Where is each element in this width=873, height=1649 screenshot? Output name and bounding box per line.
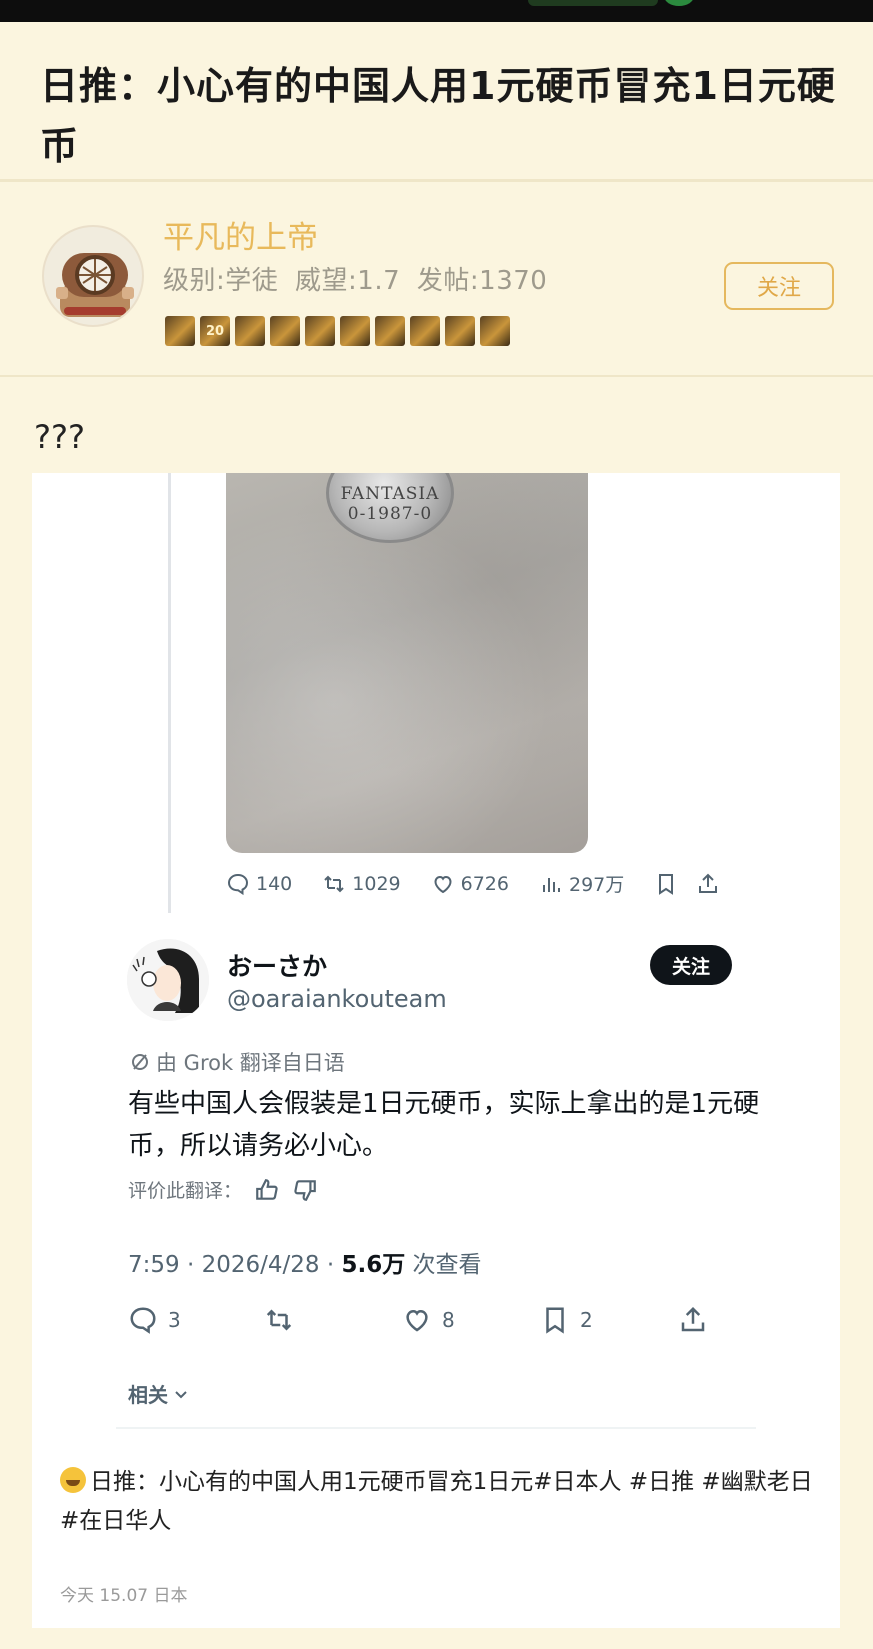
views-stat[interactable]: 297万	[539, 870, 624, 897]
related-toggle[interactable]: 相关	[128, 1379, 190, 1408]
badge-icon	[305, 316, 335, 346]
post-title: 日推：小心有的中国人用1元硬币冒充1日元硬币	[40, 64, 836, 168]
heart-icon	[406, 1309, 428, 1332]
chevron-down-icon	[175, 1390, 187, 1398]
badge-icon	[375, 316, 405, 346]
retweet-button[interactable]	[264, 1305, 294, 1335]
badge-icon: 20	[200, 316, 230, 346]
reply-icon	[227, 873, 249, 895]
caption-prefix: 日推：	[90, 1469, 159, 1495]
translation-source: 由 Grok 翻译自日语	[156, 1051, 345, 1075]
coin-photo[interactable]: FANTASIA 0-1987-0	[226, 473, 588, 853]
diving-helmet-icon	[56, 253, 134, 317]
badge-icon	[445, 316, 475, 346]
like-count: 8	[442, 1308, 455, 1332]
author-name[interactable]: 平凡的上帝	[163, 212, 318, 257]
analytics-icon	[542, 877, 560, 892]
share-button[interactable]	[678, 1305, 708, 1335]
reply-count: 3	[168, 1308, 181, 1332]
author-card: 平凡的上帝 级别:学徒 威望:1.7 发帖:1370 20 关注	[0, 182, 873, 377]
badge-icon	[480, 316, 510, 346]
coin-image: FANTASIA 0-1987-0	[326, 473, 454, 543]
badge-icon	[270, 316, 300, 346]
tweet-author-handle[interactable]: @oaraiankouteam	[227, 985, 447, 1013]
caption-text: 小心有的中国人用1元硬币冒充1日元#日本人 #日推 #幽默老日 #在日华人	[60, 1469, 813, 1534]
share-icon	[681, 1306, 705, 1332]
status-bar-indicator	[528, 0, 658, 6]
thumbs-up-icon[interactable]	[254, 1177, 280, 1203]
retweet-count: 1029	[352, 872, 401, 895]
caption-timestamp: 今天 15.07 日本	[60, 1586, 188, 1606]
tweet-author-avatar[interactable]	[127, 939, 209, 1021]
screenshot-caption: 日推：小心有的中国人用1元硬币冒充1日元#日本人 #日推 #幽默老日 #在日华人	[60, 1463, 820, 1541]
author-badges: 20	[165, 316, 510, 346]
badge-icon	[235, 316, 265, 346]
bookmark-stat[interactable]	[654, 872, 678, 896]
tweet-view-count: 5.6万	[341, 1252, 406, 1278]
post-header: 日推：小心有的中国人用1元硬币冒充1日元硬币	[0, 22, 873, 182]
status-bar	[0, 0, 873, 22]
reply-icon	[130, 1307, 156, 1334]
user-avatar-icon	[127, 939, 209, 1021]
retweet-icon	[324, 875, 344, 892]
views-count: 297万	[568, 874, 625, 896]
rate-translation: 评价此翻译：	[128, 1176, 318, 1203]
tweet-view-label: 次查看	[405, 1252, 482, 1278]
reply-button[interactable]: 3	[128, 1305, 181, 1335]
embedded-screenshot: FANTASIA 0-1987-0 140 1029 6726 297万 おーさ…	[32, 473, 840, 1628]
bookmark-count: 2	[580, 1308, 593, 1332]
related-label: 相关	[128, 1383, 168, 1407]
coin-text-line1: FANTASIA	[340, 484, 440, 504]
grok-icon	[132, 1054, 148, 1070]
retweet-stat[interactable]: 1029	[322, 872, 401, 896]
divider	[116, 1427, 756, 1429]
tweet-actions: 3 8 2	[128, 1305, 728, 1345]
author-stats: 级别:学徒 威望:1.7 发帖:1370	[163, 260, 547, 297]
bookmark-button[interactable]: 2	[540, 1305, 593, 1335]
tweet-follow-button[interactable]: 关注	[650, 945, 732, 985]
rate-translation-label: 评价此翻译：	[128, 1180, 243, 1202]
badge-icon	[165, 316, 195, 346]
badge-icon	[410, 316, 440, 346]
follow-button[interactable]: 关注	[724, 262, 834, 310]
share-stat[interactable]	[696, 872, 720, 896]
author-avatar[interactable]	[42, 225, 144, 327]
tweet-timestamp: 7:59 · 2026/4/28 · 5.6万 次查看	[128, 1245, 482, 1279]
share-icon	[699, 873, 718, 893]
coin-text-line2: 0-1987-0	[347, 504, 433, 524]
status-bar-dot	[664, 0, 694, 6]
parent-tweet-stats: 140 1029 6726 297万	[226, 870, 750, 897]
reply-count: 140	[256, 872, 293, 895]
bookmark-icon	[546, 1307, 564, 1334]
author-level: 级别:学徒	[163, 266, 279, 296]
tweet-time: 7:59 · 2026/4/28 ·	[128, 1252, 342, 1278]
tweet-author-name[interactable]: おーさか	[227, 947, 327, 983]
heart-icon	[434, 875, 452, 893]
like-count: 6726	[460, 872, 509, 895]
thread-line	[168, 473, 171, 913]
badge-icon	[340, 316, 370, 346]
author-post-count: 发帖:1370	[416, 266, 548, 296]
translation-note: 由 Grok 翻译自日语	[130, 1047, 345, 1077]
post-body: ???	[34, 418, 85, 456]
author-prestige: 威望:1.7	[295, 266, 401, 296]
reply-stat[interactable]: 140	[226, 872, 292, 896]
tweet-text: 有些中国人会假装是1日元硬币，实际上拿出的是1元硬币，所以请务必小心。	[128, 1089, 760, 1161]
thumbs-down-icon[interactable]	[292, 1177, 318, 1203]
bookmark-icon	[659, 873, 674, 895]
like-button[interactable]: 8	[402, 1305, 455, 1335]
grinning-face-icon	[60, 1467, 86, 1493]
like-stat[interactable]: 6726	[431, 872, 509, 896]
retweet-icon	[266, 1309, 292, 1331]
